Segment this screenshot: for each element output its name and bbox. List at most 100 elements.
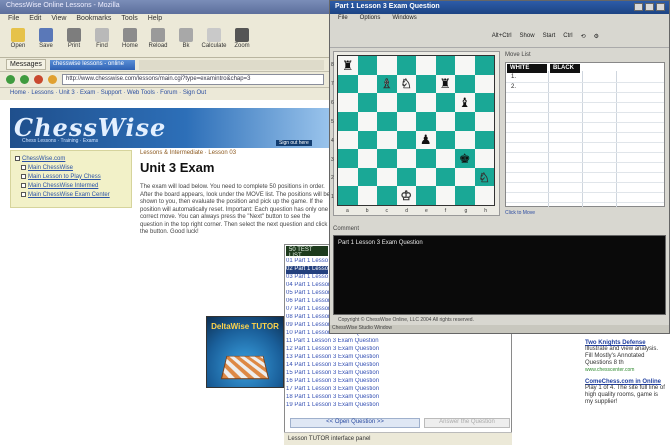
forward-icon[interactable] [20,75,29,84]
board-square[interactable] [338,186,358,205]
nav-item-exam-center[interactable]: Main ChessWise Exam Center [15,190,127,199]
board-square[interactable] [435,149,455,168]
question-list-item[interactable]: 17 Part 1 Lesson 3 Exam Question [286,386,436,394]
board-square[interactable] [474,149,494,168]
reload-button[interactable]: Reload [146,28,170,55]
chess-piece-icon[interactable]: ♝ [459,96,471,109]
board-square[interactable] [416,56,436,75]
breadcrumb[interactable]: Lessons & Intermediate · Lesson 03 [140,150,236,156]
board-square[interactable] [416,74,436,94]
menu-bookmarks[interactable]: Bookmarks [76,15,111,25]
move-list-footer[interactable]: Click to Move [505,210,535,216]
board-square[interactable] [338,167,358,187]
question-list-item[interactable]: 12 Part 1 Lesson 3 Exam Question [286,346,436,354]
maximize-button[interactable] [645,3,654,11]
flip-board-icon[interactable]: ⟲ [581,33,586,40]
board-square[interactable] [474,93,494,112]
chess-tool-start[interactable]: Start [543,33,556,39]
chess-tool-ctrl[interactable]: Ctrl [563,33,572,39]
board-square[interactable] [455,56,475,75]
board-square[interactable] [377,130,397,150]
chess-piece-icon[interactable]: ♘ [400,77,412,91]
bookmark-button[interactable]: Bk [174,28,198,55]
board-square[interactable]: ♟ [416,130,436,150]
board-square[interactable] [357,149,377,168]
board-square[interactable] [357,130,377,150]
browser-tab[interactable]: chesswise lessons - online [49,59,135,70]
board-square[interactable] [357,56,377,75]
board-square[interactable] [377,149,397,168]
board-square[interactable]: ♗ [377,74,397,94]
board-square[interactable] [455,130,475,150]
chess-tool-altctrl[interactable]: Alt+Ctrl [492,33,512,39]
board-square[interactable]: ♘ [396,74,416,94]
board-square[interactable]: ♚ [455,149,475,168]
board-square[interactable] [338,111,358,131]
board-square[interactable] [338,74,358,94]
menu-tools[interactable]: Tools [121,15,137,25]
board-square[interactable] [455,186,475,205]
zoom-button[interactable]: Zoom [230,28,254,55]
board-square[interactable] [416,167,436,187]
board-square[interactable]: ♘ [474,167,494,187]
board-square[interactable] [357,186,377,205]
board-square[interactable] [435,130,455,150]
board-square[interactable] [338,149,358,168]
question-list-item[interactable]: 03 Part 1 Lesson 3 Exam Question [286,274,328,282]
close-button[interactable] [656,3,665,11]
url-input[interactable]: http://www.chesswise.com/lessons/main.cg… [62,74,324,85]
board-square[interactable] [435,56,455,75]
sign-out-link[interactable]: Sign out here [276,140,312,146]
board-square[interactable] [377,56,397,75]
messages-label[interactable]: Messages [6,59,46,70]
question-list-item[interactable]: 14 Part 1 Lesson 3 Exam Question [286,362,436,370]
refresh-icon[interactable] [48,75,57,84]
chess-tool-show[interactable]: Show [520,33,535,39]
board-square[interactable] [377,93,397,112]
board-square[interactable] [338,130,358,150]
nav-item-intermediate[interactable]: Main ChessWise Intermed [15,181,127,190]
answer-question-button[interactable]: Answer the Question [424,418,510,428]
board-square[interactable] [396,149,416,168]
menu-edit[interactable]: Edit [29,15,41,25]
menu-file[interactable]: File [8,15,19,25]
chessboard[interactable]: ♜ ♗ ♘ ♜ ♝ ♟ ♚ ♘ ♔ [337,55,495,206]
board-square[interactable] [455,167,475,187]
board-square[interactable] [396,56,416,75]
board-square[interactable] [474,186,494,205]
board-square[interactable] [435,167,455,187]
board-square[interactable] [338,93,358,112]
menu-help[interactable]: Help [148,15,162,25]
chess-menu-file[interactable]: File [338,15,348,24]
board-square[interactable] [377,186,397,205]
board-square[interactable] [396,167,416,187]
open-question-button[interactable]: << Open Question >> [290,418,420,428]
board-square[interactable] [416,93,436,112]
board-square[interactable] [377,111,397,131]
board-square[interactable] [435,186,455,205]
minimize-button[interactable] [634,3,643,11]
chess-piece-icon[interactable]: ♜ [439,77,451,90]
board-square[interactable] [377,167,397,187]
find-button[interactable]: Find [90,28,114,55]
board-square[interactable] [416,186,436,205]
question-list-item[interactable]: 02 Part 1 Lesson 3 Exam Question [286,266,328,274]
board-square[interactable] [357,74,377,94]
question-list-item[interactable]: 13 Part 1 Lesson 3 Exam Question [286,354,436,362]
board-square[interactable] [474,130,494,150]
chess-piece-icon[interactable]: ♔ [400,189,412,203]
board-square[interactable] [455,111,475,131]
board-square[interactable] [357,93,377,112]
stop-icon[interactable] [34,75,43,84]
print-button[interactable]: Print [62,28,86,55]
board-square[interactable] [396,130,416,150]
chess-piece-icon[interactable]: ♗ [381,77,393,91]
board-square[interactable] [474,56,494,75]
nav-item-home[interactable]: ChessWise.com [15,154,127,163]
board-square[interactable] [435,93,455,112]
board-square[interactable]: ♔ [396,186,416,205]
move-list[interactable] [505,62,665,207]
board-square[interactable] [396,111,416,131]
chess-piece-icon[interactable]: ♜ [342,59,354,72]
question-list-item[interactable]: 18 Part 1 Lesson 3 Exam Question [286,394,436,402]
